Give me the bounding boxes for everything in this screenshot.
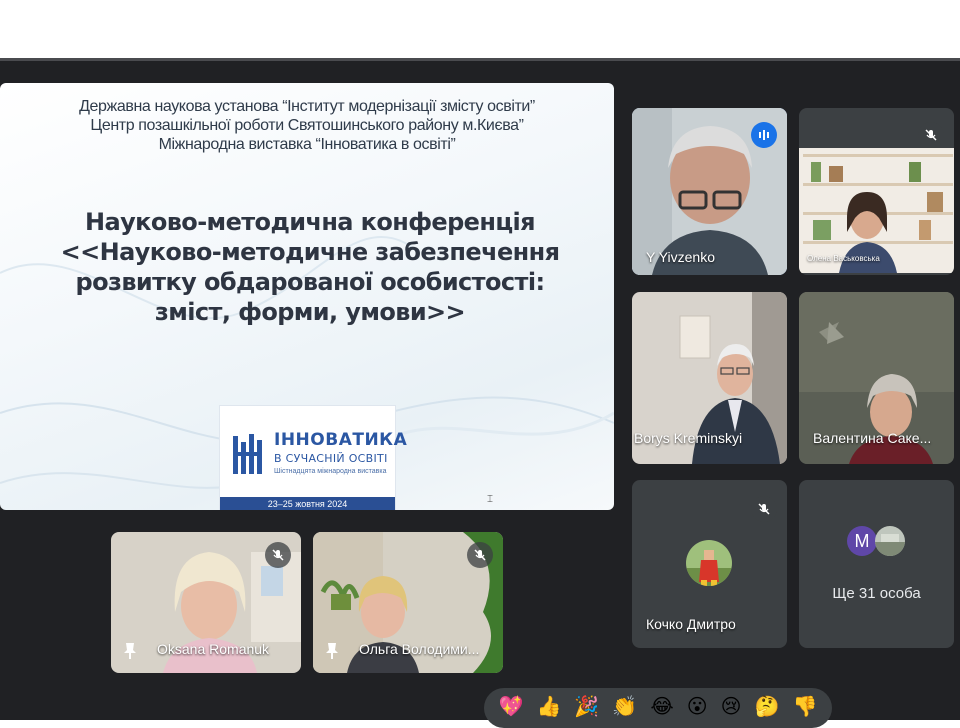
participant-name: Олена Васьковська (807, 254, 880, 263)
slide-organizers: Державна наукова установа “Інститут моде… (0, 97, 614, 154)
participant-tile[interactable]: Borys Kreminskyi (632, 292, 787, 464)
participant-name: Валентина Саке... (813, 430, 932, 446)
sad-reaction-icon[interactable]: 😢 (721, 694, 742, 720)
organizer-line: Центр позашкільної роботи Святошинського… (90, 117, 524, 134)
title-line: Науково-методична конференція (85, 208, 536, 236)
reactions-bar: 💖 👍 🎉 👏 😂 😮 😢 🤔 👎 (484, 688, 832, 728)
participant-tile[interactable]: Валентина Саке... (799, 292, 954, 464)
title-line: <<Науково-методичне забезпечення (60, 238, 560, 266)
participant-tile[interactable]: Ольга Володими... (313, 532, 503, 673)
more-participants-tile[interactable]: M Ще 31 особа (799, 480, 954, 648)
participant-tile[interactable]: Олена Васьковська (799, 108, 954, 275)
participant-name: Borys Kreminskyi (634, 430, 743, 446)
title-line: розвитку обдарованої особистості: (75, 268, 546, 296)
heart-reaction-icon[interactable]: 💖 (499, 694, 524, 720)
participant-tile[interactable]: Кочко Дмитро (632, 480, 787, 648)
surprised-reaction-icon[interactable]: 😮 (687, 694, 708, 720)
organizer-line: Державна наукова установа “Інститут моде… (79, 98, 535, 115)
logo-tagline: Шістнадцята міжнародна виставка (274, 468, 387, 475)
conference-title: Науково-методична конференція <<Науково-… (20, 207, 600, 327)
exhibition-logo: ІННОВАТИКА В СУЧАСНІЙ ОСВІТІ Шістнадцята… (219, 405, 407, 510)
clap-reaction-icon[interactable]: 👏 (612, 694, 637, 720)
title-line: зміст, форми, умови>> (154, 298, 466, 326)
speaking-indicator-icon (751, 122, 777, 148)
participant-name: Кочко Дмитро (646, 616, 736, 632)
avatar (875, 526, 905, 556)
participant-name: Oksana Romanuk (157, 641, 270, 657)
avatar: M (847, 526, 877, 556)
party-reaction-icon[interactable]: 🎉 (574, 694, 599, 720)
divider (0, 58, 960, 61)
more-participants-label: Ще 31 особа (832, 585, 921, 602)
pin-icon[interactable] (123, 642, 137, 660)
participant-name: Y Yivzenko (646, 249, 716, 265)
participant-tile[interactable]: Oksana Romanuk (111, 532, 301, 673)
logo-dates: 23–25 жовтня 2024 (220, 497, 395, 510)
pin-icon[interactable] (325, 642, 339, 660)
mic-off-icon (265, 542, 291, 568)
thinking-reaction-icon[interactable]: 🤔 (755, 694, 780, 720)
mouse-cursor-icon: ⌶ (487, 494, 493, 505)
mic-off-icon (751, 496, 777, 522)
organizer-line: Міжнародна виставка “Інноватика в освіті… (158, 136, 456, 153)
participant-name: Ольга Володими... (359, 641, 480, 657)
participant-tile[interactable]: Y Yivzenko (632, 108, 787, 275)
logo-mark-icon (233, 434, 262, 474)
avatar (686, 540, 732, 586)
laugh-reaction-icon[interactable]: 😂 (650, 694, 673, 720)
thumbs-down-reaction-icon[interactable]: 👎 (793, 694, 818, 720)
thumbs-up-reaction-icon[interactable]: 👍 (536, 694, 561, 720)
logo-subtitle: В СУЧАСНІЙ ОСВІТІ (274, 452, 388, 465)
mic-off-icon (467, 542, 493, 568)
mic-off-icon (918, 122, 944, 148)
logo-title: ІННОВАТИКА (274, 430, 408, 450)
presentation-slide[interactable]: Державна наукова установа “Інститут моде… (0, 83, 614, 510)
